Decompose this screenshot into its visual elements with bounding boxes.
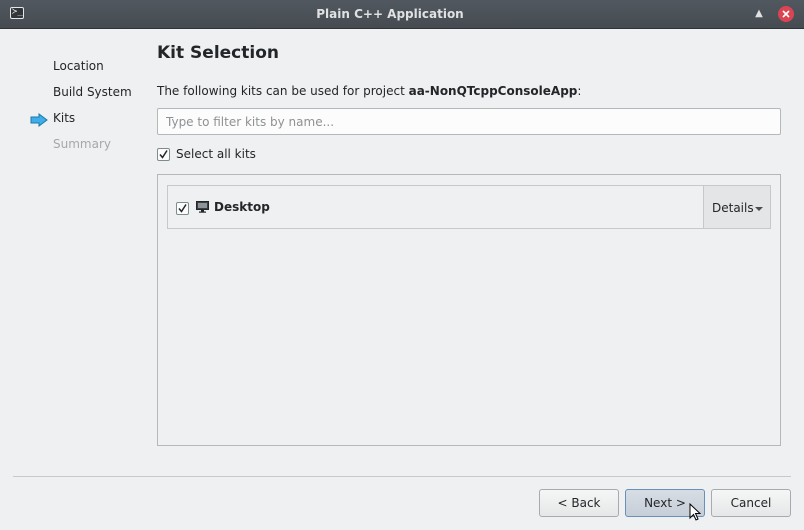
page-title: Kit Selection [157,43,279,63]
kits-list: Desktop Details [157,174,781,446]
step-location: Location [53,59,104,73]
footer-divider [13,476,791,477]
cancel-button[interactable]: Cancel [711,489,791,517]
monitor-icon [196,201,209,213]
intro-suffix: : [577,84,582,98]
back-button[interactable]: < Back [539,489,619,517]
step-kits: Kits [53,111,76,125]
close-icon [782,10,790,18]
keep-above-icon[interactable]: ▲ [752,7,766,21]
mouse-pointer-icon [689,503,701,521]
intro-text: The following kits can be used for proje… [157,84,581,98]
title-bar[interactable]: ≻_ Plain C++ Application ▲ [0,0,804,29]
checkmark-icon [159,150,168,159]
window-title: Plain C++ Application [316,7,464,21]
step-summary: Summary [53,137,111,151]
checkmark-icon [178,204,187,213]
select-all-label[interactable]: Select all kits [176,147,256,161]
close-window-button[interactable] [778,6,794,22]
kit-filter-input[interactable] [157,108,781,135]
step-build-system: Build System [53,85,132,99]
select-all-checkbox[interactable] [157,148,170,161]
wizard-steps-sidebar: Location Build System Kits Summary [0,28,140,478]
details-label: Details [712,201,754,215]
chevron-down-icon [755,207,763,211]
kit-checkbox[interactable] [176,202,189,215]
intro-prefix: The following kits can be used for proje… [157,84,409,98]
current-step-arrow-icon [30,113,48,127]
kit-row-desktop[interactable]: Desktop Details [167,185,771,229]
kit-name: Desktop [214,200,270,214]
wizard-window: ≻_ Plain C++ Application ▲ Location Buil… [0,0,804,530]
project-name: aa-NonQTcppConsoleApp [408,84,578,98]
kit-details-button[interactable]: Details [703,186,770,228]
